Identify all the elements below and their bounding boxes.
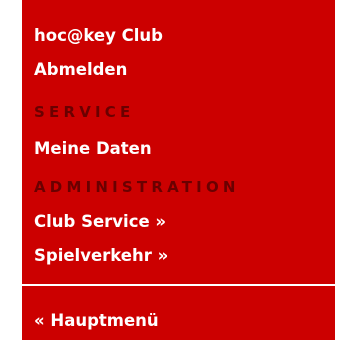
game-traffic-link[interactable]: Spielverkehr »: [34, 246, 168, 266]
main-menu-link[interactable]: « Hauptmenü: [34, 311, 159, 331]
service-section-heading: SERVICE: [34, 103, 135, 121]
club-service-link[interactable]: Club Service »: [34, 212, 166, 232]
administration-section-heading: ADMINISTRATION: [34, 178, 240, 196]
club-navigation-menu: hoc@key Club Abmelden SERVICE Meine Date…: [0, 0, 357, 340]
logout-link[interactable]: Abmelden: [34, 60, 127, 80]
club-name-link[interactable]: hoc@key Club: [34, 26, 163, 46]
my-data-link[interactable]: Meine Daten: [34, 139, 152, 159]
main-menu-panel: « Hauptmenü: [22, 286, 335, 340]
menu-panel: hoc@key Club Abmelden SERVICE Meine Date…: [22, 0, 335, 284]
